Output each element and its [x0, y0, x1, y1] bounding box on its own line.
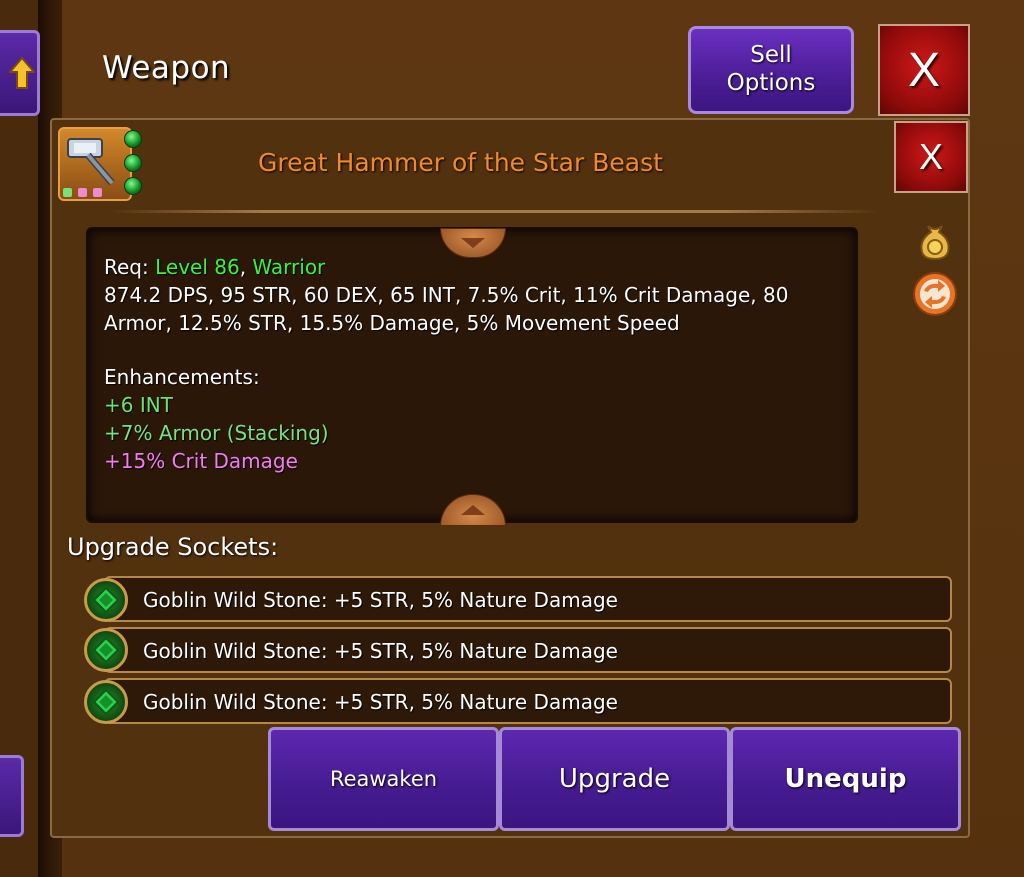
up-arrow-icon	[9, 56, 35, 89]
side-tab-button[interactable]	[0, 755, 24, 837]
socket-indicator	[78, 188, 87, 197]
left-strip	[0, 0, 38, 877]
item-gem-icon	[124, 154, 142, 172]
unequip-label: Unequip	[784, 764, 907, 794]
upgrade-arrow-button[interactable]	[0, 30, 40, 116]
swap-icon[interactable]	[912, 271, 958, 317]
chevron-up-icon	[461, 505, 485, 515]
hammer-icon	[67, 138, 115, 186]
enhancement-item: +15% Crit Damage	[104, 449, 298, 473]
unequip-button[interactable]: Unequip	[730, 727, 961, 831]
item-description: Req: Level 86, Warrior 874.2 DPS, 95 STR…	[104, 253, 844, 475]
sell-options-button[interactable]: Sell Options	[688, 26, 854, 114]
coin-bag-icon[interactable]	[918, 222, 952, 260]
item-description-box[interactable]: Req: Level 86, Warrior 874.2 DPS, 95 STR…	[86, 227, 858, 523]
enhancement-item: +7% Armor (Stacking)	[104, 421, 329, 445]
item-gem-icon	[124, 130, 142, 148]
divider	[110, 210, 880, 213]
item-gem-icon	[124, 177, 142, 195]
page-title: Weapon	[102, 50, 231, 86]
socket-label: Goblin Wild Stone: +5 STR, 5% Nature Dam…	[143, 588, 618, 612]
chevron-down-icon	[461, 238, 485, 248]
socket-label: Goblin Wild Stone: +5 STR, 5% Nature Dam…	[143, 639, 618, 663]
req-level: Level 86	[155, 255, 240, 279]
socket-indicator	[63, 188, 72, 197]
reawaken-button[interactable]: Reawaken	[268, 727, 499, 831]
req-class: Warrior	[252, 255, 326, 279]
item-name: Great Hammer of the Star Beast	[258, 148, 663, 177]
socket-indicator	[93, 188, 102, 197]
green-gem-icon	[84, 680, 128, 724]
socket-label: Goblin Wild Stone: +5 STR, 5% Nature Dam…	[143, 690, 618, 714]
upgrade-button[interactable]: Upgrade	[499, 727, 730, 831]
close-button[interactable]: X	[878, 24, 970, 116]
close-icon: X	[918, 136, 943, 177]
upgrade-sockets-label: Upgrade Sockets:	[67, 533, 279, 561]
close-item-button[interactable]: X	[894, 121, 968, 193]
reawaken-label: Reawaken	[329, 767, 438, 791]
item-stats: 874.2 DPS, 95 STR, 60 DEX, 65 INT, 7.5% …	[104, 283, 789, 335]
upgrade-label: Upgrade	[558, 764, 671, 794]
enhancement-item: +6 INT	[104, 393, 173, 417]
green-gem-icon	[84, 628, 128, 672]
close-icon: X	[907, 43, 940, 97]
sell-options-label: Sell Options	[726, 42, 816, 96]
green-gem-icon	[84, 578, 128, 622]
enhancements-label: Enhancements:	[104, 365, 260, 389]
